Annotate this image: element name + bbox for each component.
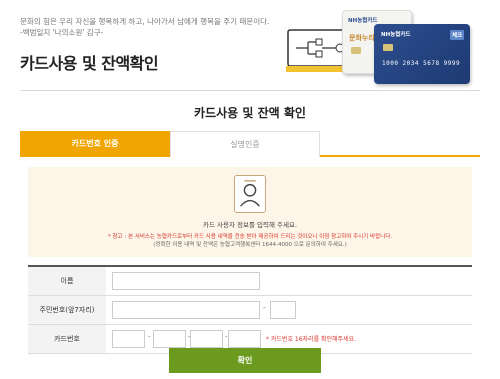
card-badge: 체크 xyxy=(450,30,465,40)
rrn-dash: - xyxy=(263,304,266,312)
card-number-input-2[interactable] xyxy=(153,330,186,348)
name-label: 이름 xyxy=(28,267,106,295)
id-card-icon xyxy=(234,175,266,213)
note-line-2: (정확한 이용 내역 및 잔액은 농협고객행복센터 1644-4000 으로 문… xyxy=(153,242,347,248)
tab-card-number-auth[interactable]: 카드번호 인증 xyxy=(20,131,170,157)
rrn-label: 주민번호(앞7자리) xyxy=(28,296,106,324)
header-quote: 문화의 힘은 우리 자신을 행복하게 하고, 나아가서 남에게 행복을 주기 때… xyxy=(20,16,280,38)
card-number-label: 카드번호 xyxy=(28,325,106,353)
user-info-form: 이름 주민번호(앞7자리) - 카드번호 - - - * 카드번호 16자리를 … xyxy=(28,265,472,354)
card-number-help: * 카드번호 16자리를 확인해주세요. xyxy=(266,336,357,343)
auth-tabs: 카드번호 인증 실명인증 xyxy=(20,131,480,157)
note-line-1: 본 서비스는 농협카드로부터 카드 사용 내역을 전송 받아 제공하여 드리는 … xyxy=(126,234,393,240)
rrn-front-input[interactable] xyxy=(112,301,260,319)
page-title: 카드사용 및 잔액확인 xyxy=(20,54,159,73)
form-row-name: 이름 xyxy=(28,267,472,296)
section-title: 카드사용 및 잔액 확인 xyxy=(194,106,306,120)
card-brand: NH농협카드 xyxy=(381,32,411,38)
header-divider xyxy=(20,90,480,91)
info-box: 카드 사용자 정보를 입력해 주세요. * 참고 : 본 서비스는 농협카드로부… xyxy=(28,167,472,257)
info-note: * 참고 : 본 서비스는 농협카드로부터 카드 사용 내역을 전송 받아 제공… xyxy=(28,233,472,249)
card-number-input-3[interactable] xyxy=(190,330,223,348)
tab-realname-auth[interactable]: 실명인증 xyxy=(170,131,320,157)
card-brand: NH농협카드 xyxy=(348,18,378,24)
card-image-check: NH농협카드 체크 1000 2034 5678 9999 xyxy=(374,24,470,84)
card-chip xyxy=(351,47,361,54)
card-dash: - xyxy=(148,333,151,341)
quote-line-1: 문화의 힘은 우리 자신을 행복하게 하고, 나아가서 남에게 행복을 주기 때… xyxy=(20,17,270,26)
card-chip xyxy=(383,44,393,51)
hero-illustration: NH농협카드 문화누리 NH농협카드 체크 1000 2034 5678 999… xyxy=(286,8,486,84)
note-prefix: * 참고 : xyxy=(107,234,127,240)
confirm-button[interactable]: 확인 xyxy=(169,348,321,373)
card-number-input-1[interactable] xyxy=(112,330,145,348)
name-input[interactable] xyxy=(112,272,260,290)
info-main-text: 카드 사용자 정보를 입력해 주세요. xyxy=(202,221,298,229)
rrn-back-digit-input[interactable] xyxy=(270,301,296,319)
card-number: 1000 2034 5678 9999 xyxy=(382,60,461,67)
form-row-rrn: 주민번호(앞7자리) - xyxy=(28,296,472,325)
quote-line-2: -백범일지 '나의소원' 김구- xyxy=(20,28,104,37)
card-number-input-4[interactable] xyxy=(228,330,261,348)
card-label: 문화누리 xyxy=(349,34,375,42)
